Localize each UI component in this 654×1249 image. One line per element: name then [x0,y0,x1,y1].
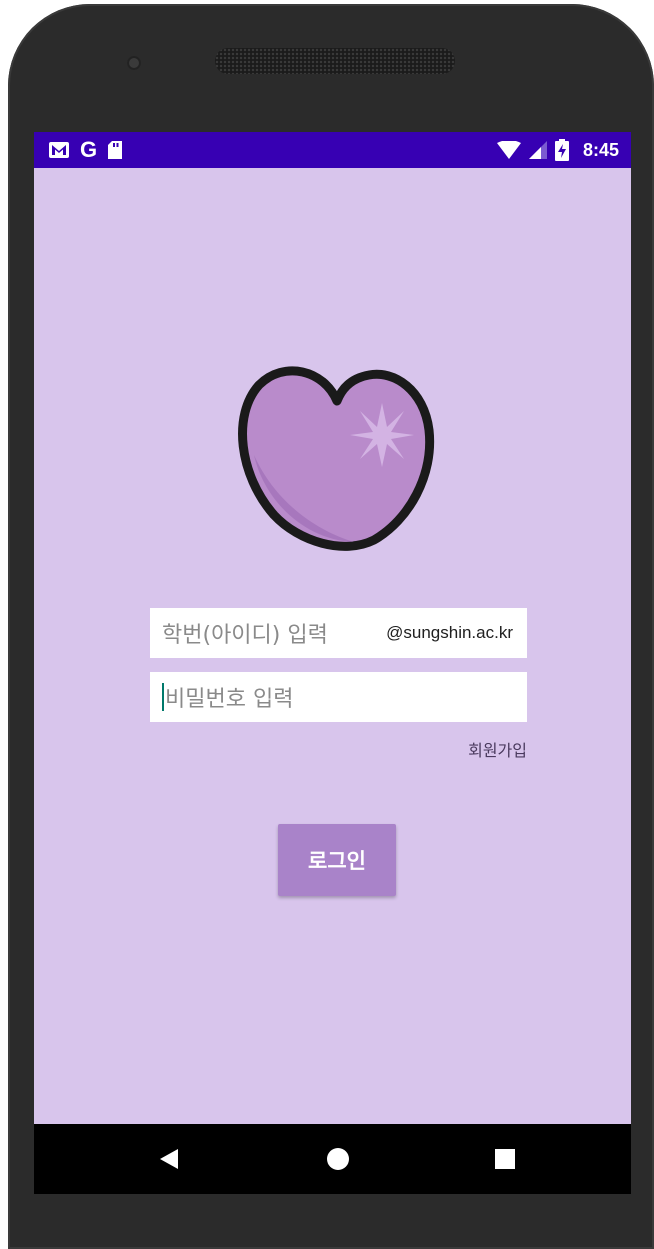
status-time: 8:45 [582,139,619,160]
back-icon[interactable] [160,1149,178,1169]
phone-frame: G 8:45 학번(아이디) 입력 @sungshin.ac.kr 비밀번호 입… [8,4,654,1249]
student-id-input[interactable]: 학번(아이디) 입력 @sungshin.ac.kr [150,608,527,658]
text-cursor [162,683,164,711]
signal-icon [528,141,547,159]
recent-apps-icon[interactable] [495,1149,515,1169]
login-button[interactable]: 로그인 [278,824,396,896]
sd-card-icon [108,141,123,159]
status-bar: G 8:45 [34,132,631,168]
app-screen: G 8:45 학번(아이디) 입력 @sungshin.ac.kr 비밀번호 입… [34,132,631,1194]
notification-icons: G [48,138,123,162]
battery-charging-icon [554,139,569,161]
gmail-icon [49,142,69,158]
wifi-icon [496,141,521,159]
password-input[interactable]: 비밀번호 입력 [150,672,527,722]
heart-logo-icon [238,366,435,551]
front-camera [127,56,141,70]
student-id-placeholder: 학번(아이디) 입력 [162,623,328,648]
system-icons: 8:45 [496,138,619,162]
navigation-bar [34,1124,631,1194]
home-icon[interactable] [327,1148,349,1170]
password-placeholder: 비밀번호 입력 [165,687,294,712]
google-icon: G [80,137,98,162]
signup-link[interactable]: 회원가입 [468,737,527,761]
email-domain-label: @sungshin.ac.kr [386,623,513,642]
earpiece-speaker [215,48,455,74]
